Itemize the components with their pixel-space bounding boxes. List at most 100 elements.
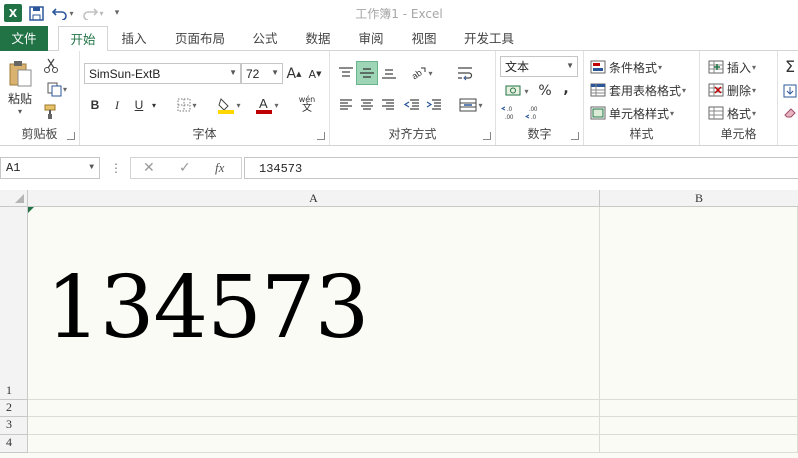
format-cells-label: 格式: [727, 106, 752, 121]
comma-style-button[interactable]: ,: [558, 79, 574, 99]
cell-a2[interactable]: [28, 400, 600, 417]
row-header-1[interactable]: 1: [0, 207, 28, 400]
tab-review[interactable]: 审阅: [351, 26, 391, 51]
paste-label: 粘贴: [7, 92, 32, 106]
tab-view[interactable]: 视图: [404, 26, 444, 51]
decrease-indent-icon[interactable]: [402, 95, 422, 115]
align-middle-icon[interactable]: [356, 61, 378, 85]
tab-data[interactable]: 数据: [298, 26, 338, 51]
title-bar: X ▾ ▾ ▾ 工作簿1 - Excel: [0, 0, 798, 26]
format-painter-icon[interactable]: [40, 103, 62, 121]
tab-formulas[interactable]: 公式: [245, 26, 285, 51]
cancel-icon[interactable]: ✕: [143, 160, 155, 176]
format-cells-button[interactable]: 格式 ▾: [708, 103, 770, 123]
row-header-4[interactable]: 4: [0, 435, 28, 453]
decrease-decimal-icon[interactable]: .00.0: [524, 103, 544, 121]
tab-developer[interactable]: 开发工具: [458, 26, 520, 51]
number-format-value: 文本: [505, 60, 530, 74]
cell-b4[interactable]: [600, 435, 798, 453]
clear-icon[interactable]: [782, 103, 798, 123]
cell-b2[interactable]: [600, 400, 798, 417]
styles-group-label: 样式: [629, 127, 654, 141]
row-header-3[interactable]: 3: [0, 417, 28, 435]
conditional-formatting-button[interactable]: 条件格式 ▾: [590, 57, 698, 77]
svg-text:ab: ab: [410, 67, 424, 81]
wrap-text-icon[interactable]: [454, 61, 478, 85]
fill-icon[interactable]: [782, 81, 798, 101]
cell-styles-icon: [590, 106, 606, 120]
autosum-icon[interactable]: Σ: [782, 55, 798, 77]
phonetic-wen-char: 文: [302, 103, 312, 114]
tab-file[interactable]: 文件: [0, 26, 48, 51]
formula-bar-handle-icon[interactable]: ⋮: [110, 161, 122, 175]
svg-text:.00: .00: [505, 115, 514, 120]
delete-cells-icon: [708, 83, 724, 97]
worksheet: A B 1 2 3 4 134573: [0, 190, 798, 458]
paste-icon: [9, 61, 32, 87]
clipboard-launcher-icon[interactable]: [67, 132, 75, 140]
cell-b3[interactable]: [600, 417, 798, 435]
increase-indent-icon[interactable]: [424, 95, 444, 115]
svg-text:A: A: [259, 96, 268, 111]
enter-icon[interactable]: ✓: [179, 160, 191, 176]
cell-styles-button[interactable]: 单元格样式 ▾: [590, 103, 698, 123]
align-left-icon[interactable]: [336, 95, 356, 115]
error-indicator-icon: [28, 207, 34, 213]
shrink-font-icon[interactable]: A ▼: [306, 65, 324, 83]
group-font: SimSun-ExtB ▼ 72 ▼ A ▲ A ▼ B I U ▾ ▾ ▾ A ▾ wé…: [80, 51, 330, 145]
group-styles: 条件格式 ▾ 套用表格格式 ▾ 单元格样式 ▾ 样式: [584, 51, 700, 145]
phonetic-guide-icon[interactable]: wén 文: [290, 93, 324, 117]
select-all-button[interactable]: [0, 190, 28, 207]
paste-button[interactable]: 粘贴 ▾: [4, 57, 36, 119]
group-cells: 插入 ▾ 删除 ▾ 格式 ▾ 单元格: [700, 51, 778, 145]
ribbon: 粘贴 ▾ ▾ 剪贴板 SimSun-ExtB ▼ 72 ▼ A ▲ A ▼ B I U …: [0, 51, 798, 146]
underline-button[interactable]: U: [130, 95, 148, 115]
format-cells-icon: [708, 106, 724, 120]
tab-page-layout[interactable]: 页面布局: [168, 26, 232, 51]
cell-a3[interactable]: [28, 417, 600, 435]
align-right-icon[interactable]: [378, 95, 398, 115]
font-size-combo[interactable]: 72 ▼: [241, 63, 283, 84]
cell-b1[interactable]: [600, 207, 798, 400]
column-header-b[interactable]: B: [600, 190, 798, 207]
insert-cells-button[interactable]: 插入 ▾: [708, 57, 770, 77]
font-name-combo[interactable]: SimSun-ExtB ▼: [84, 63, 241, 84]
number-format-combo[interactable]: 文本 ▼: [500, 56, 578, 77]
font-color-icon[interactable]: A ▾: [250, 95, 284, 115]
increase-decimal-icon[interactable]: .0.00: [500, 103, 520, 121]
cell-styles-label: 单元格样式: [609, 106, 670, 121]
alignment-launcher-icon[interactable]: [483, 132, 491, 140]
orientation-icon[interactable]: ab ▾: [406, 61, 436, 85]
formula-input[interactable]: 134573: [244, 157, 798, 179]
format-as-table-button[interactable]: 套用表格格式 ▾: [590, 80, 700, 100]
cut-icon[interactable]: [40, 57, 62, 75]
borders-icon[interactable]: ▾: [172, 95, 202, 115]
align-top-icon[interactable]: [336, 61, 356, 85]
bold-button[interactable]: B: [86, 95, 104, 115]
number-launcher-icon[interactable]: [571, 132, 579, 140]
name-box[interactable]: A1 ▼: [0, 157, 100, 179]
insert-cells-label: 插入: [727, 60, 752, 75]
percent-style-button[interactable]: %: [536, 81, 554, 101]
column-header-a[interactable]: A: [28, 190, 600, 207]
grow-font-icon[interactable]: A ▲: [285, 65, 303, 83]
row-header-2[interactable]: 2: [0, 400, 28, 417]
tab-home[interactable]: 开始: [58, 26, 108, 52]
tab-insert[interactable]: 插入: [114, 26, 154, 51]
copy-icon[interactable]: ▾: [40, 80, 74, 98]
insert-function-icon[interactable]: fx: [215, 160, 224, 176]
alignment-group-label: 对齐方式: [388, 127, 437, 141]
delete-cells-button[interactable]: 删除 ▾: [708, 80, 770, 100]
cell-a1[interactable]: 134573: [28, 207, 600, 400]
merge-center-icon[interactable]: ▾: [454, 95, 488, 115]
conditional-formatting-icon: [590, 60, 606, 74]
fill-color-icon[interactable]: ▾: [212, 95, 246, 115]
accounting-format-icon[interactable]: ▾: [500, 81, 534, 101]
font-size-value: 72: [246, 66, 260, 81]
font-launcher-icon[interactable]: [317, 132, 325, 140]
italic-button[interactable]: I: [108, 95, 126, 115]
underline-dropdown-icon[interactable]: ▾: [148, 95, 160, 115]
align-bottom-icon[interactable]: [379, 61, 399, 85]
align-center-icon[interactable]: [357, 95, 377, 115]
cell-a4[interactable]: [28, 435, 600, 453]
